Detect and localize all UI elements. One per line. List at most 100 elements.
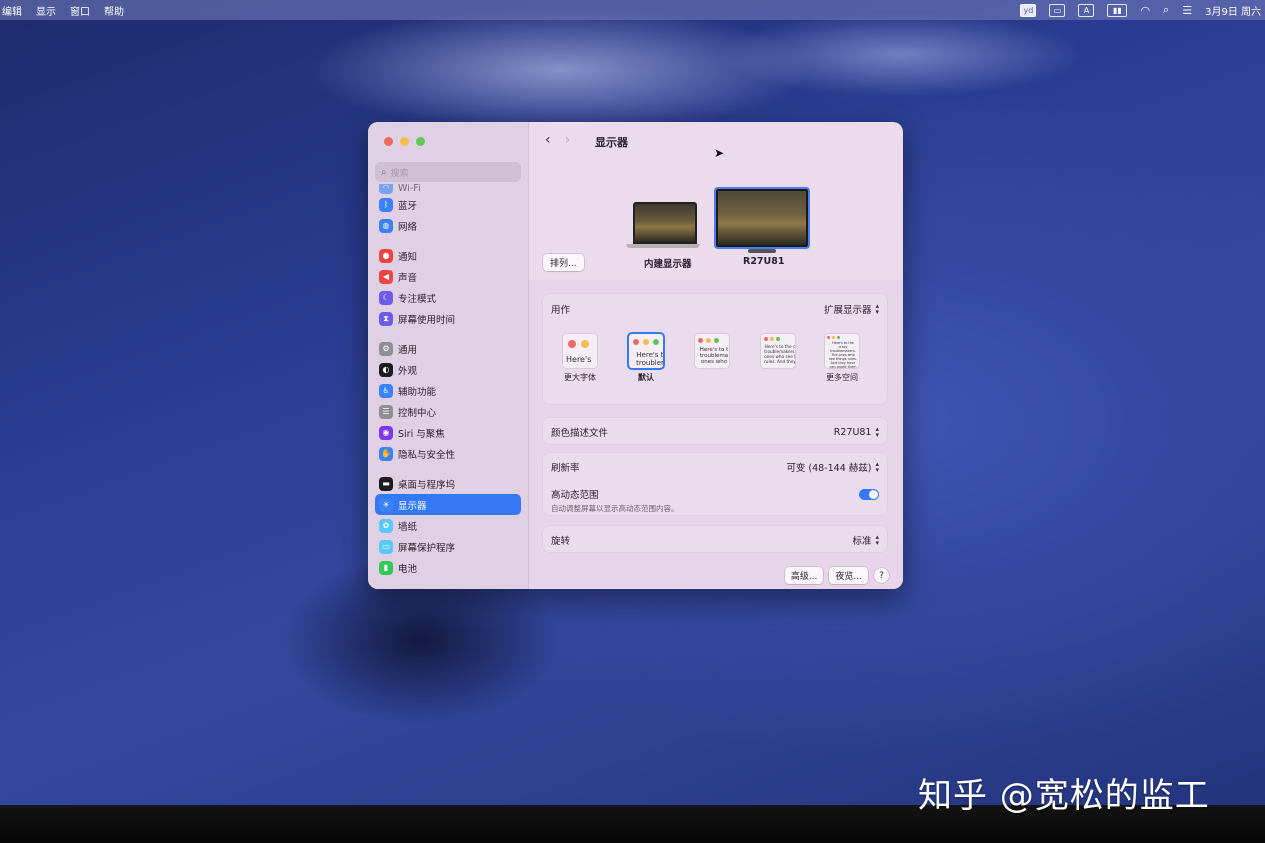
help-button[interactable]: ?: [874, 568, 889, 583]
updown-chevron-icon: ▴ ▾: [875, 460, 879, 474]
sidebar-item[interactable]: ◀ 声音: [375, 266, 521, 287]
builtin-display-label: 内建显示器: [644, 259, 692, 270]
wifi-icon[interactable]: ◠: [1140, 4, 1150, 17]
sidebar-item-label: 网络: [398, 221, 418, 233]
display-arrangement: 排列... 内建显示器 R27U81: [529, 182, 903, 272]
sidebar-item[interactable]: ⧗ 屏幕使用时间: [375, 308, 521, 329]
desktop-dock-icon: ▬: [379, 476, 393, 491]
night-shift-button[interactable]: 夜览...: [829, 567, 868, 584]
sidebar-item-label: 声音: [398, 272, 418, 284]
use-as-row: 用作 扩展显示器 ▴ ▾: [551, 302, 879, 317]
rotation-card: 旋转 标准 ▴ ▾: [543, 526, 887, 552]
spotlight-search-icon[interactable]: ⌕: [1163, 3, 1169, 17]
resolution-thumb: Here's: [563, 334, 597, 368]
notification-bell-icon: ●: [379, 248, 393, 263]
forward-chevron-icon[interactable]: ›: [565, 132, 571, 148]
resolution-sample-text: Here's to troublem: [636, 351, 663, 367]
menu-clock[interactable]: 3月9日 周六: [1205, 3, 1261, 18]
use-as-card: 用作 扩展显示器 ▴ ▾ Here's 更大字体 Here's t troubl…: [543, 294, 887, 420]
sidebar-item-label: Wi-Fi: [398, 184, 421, 194]
sidebar-item[interactable]: ● 通知: [375, 245, 521, 266]
color-profile-value: R27U81: [833, 426, 872, 438]
sidebar-item[interactable]: ◐ 外观: [375, 359, 521, 380]
menu-bar: 编辑 显示 窗口 帮助 yd ▭ A ▮▮ ◠ ⌕ ☰ 3月9日 周六: [0, 0, 1265, 20]
use-as-popup[interactable]: 扩展显示器 ▴ ▾: [824, 302, 879, 317]
updown-chevron-icon: ▴ ▾: [875, 533, 879, 547]
arrange-button[interactable]: 排列...: [543, 254, 584, 271]
focus-moon-icon: ☾: [379, 290, 393, 305]
menu-help[interactable]: 帮助: [104, 3, 124, 18]
sidebar-item-label: 通用: [398, 344, 418, 356]
rotation-popup[interactable]: 标准 ▴ ▾: [852, 533, 879, 548]
battery-status-icon[interactable]: ▮▮: [1107, 3, 1128, 17]
screen-mirroring-icon[interactable]: ▭: [1049, 3, 1066, 17]
color-profile-card: 颜色描述文件 R27U81 ▴ ▾: [543, 418, 887, 444]
bluetooth-icon: ᛒ: [379, 197, 393, 212]
external-display-thumbnail[interactable]: [716, 189, 808, 253]
sidebar-item[interactable]: ▬ 桌面与程序坞: [375, 473, 521, 494]
sidebar-item[interactable]: ◉ Siri 与聚焦: [375, 422, 521, 443]
mouse-pointer-icon: ➤: [714, 146, 725, 160]
sidebar-item[interactable]: ☾ 专注模式: [375, 287, 521, 308]
sidebar-item[interactable]: ✿ 墙纸: [375, 515, 521, 536]
sidebar-item[interactable]: ᛒ 蓝牙: [375, 194, 521, 215]
resolution-default[interactable]: Here's to troublem 默认: [629, 334, 663, 383]
sidebar-item[interactable]: ♿ 辅助功能: [375, 380, 521, 401]
resolution-thumb: Here's to t troublema ones who: [695, 334, 729, 368]
sidebar-item[interactable]: ▭ 屏幕保护程序: [375, 536, 521, 557]
sidebar-item[interactable]: ☰ 控制中心: [375, 401, 521, 422]
updown-chevron-icon: ▴ ▾: [875, 302, 879, 316]
builtin-display-thumbnail[interactable]: [626, 202, 700, 248]
sidebar-item[interactable]: ⚙ 通用: [375, 338, 521, 359]
control-center-icon: ☰: [379, 404, 393, 419]
sidebar-item-label: 桌面与程序坞: [398, 479, 456, 491]
youdao-icon[interactable]: yd: [1020, 3, 1037, 17]
sound-speaker-icon: ◀: [379, 269, 393, 284]
search-icon: ⌕: [381, 166, 387, 178]
color-profile-label: 颜色描述文件: [551, 428, 609, 439]
menu-view[interactable]: 显示: [36, 3, 56, 18]
back-chevron-icon[interactable]: ‹: [545, 132, 551, 148]
color-profile-popup[interactable]: R27U81 ▴ ▾: [833, 425, 879, 439]
refresh-rate-popup[interactable]: 可变 (48-144 赫兹) ▴ ▾: [786, 460, 879, 475]
advanced-button[interactable]: 高级...: [784, 567, 824, 584]
menu-items: 编辑 显示 窗口 帮助: [0, 3, 124, 18]
hdr-toggle[interactable]: [859, 489, 879, 500]
battery-icon: ▮: [379, 560, 393, 575]
sidebar-item-label: 专注模式: [398, 293, 437, 305]
color-profile-row: 颜色描述文件 R27U81 ▴ ▾: [551, 425, 879, 440]
minimize-button[interactable]: [400, 137, 409, 146]
external-display-label: R27U81: [743, 256, 785, 267]
rotation-value: 标准: [852, 536, 872, 547]
resolution-larger-text[interactable]: Here's 更大字体: [563, 334, 597, 383]
bottom-buttons: 高级... 夜览... ?: [784, 567, 889, 584]
hdr-description: 自动调整屏幕以显示高动态范围内容。: [551, 504, 679, 513]
resolution-caption: 更多空间: [826, 373, 858, 382]
sidebar-item-label: 隐私与安全性: [398, 449, 456, 461]
close-button[interactable]: [384, 137, 393, 146]
sidebar-item[interactable]: ◍ 网络: [375, 215, 521, 236]
use-as-label: 用作: [551, 305, 571, 316]
zoom-button[interactable]: [416, 137, 425, 146]
menu-edit[interactable]: 编辑: [2, 3, 22, 18]
sidebar-item-label: Siri 与聚焦: [398, 428, 445, 440]
sidebar-item[interactable]: ▮ 电池: [375, 557, 521, 578]
resolution-sample-text: Here's to the c troublemakers. ones who …: [764, 344, 795, 364]
wallpaper-icon: ✿: [379, 518, 393, 533]
resolution-more[interactable]: Here's to the c troublemakers. ones who …: [761, 334, 795, 372]
updown-chevron-icon: ▴ ▾: [875, 425, 879, 439]
sidebar-item-label: 控制中心: [398, 407, 437, 419]
sidebar-item[interactable]: ☀ 显示器: [375, 494, 521, 515]
menu-window[interactable]: 窗口: [70, 3, 90, 18]
input-source-icon[interactable]: A: [1078, 3, 1095, 17]
sidebar-item-wifi[interactable]: ◠ Wi-Fi: [375, 184, 521, 194]
resolution-medium[interactable]: Here's to t troublema ones who: [695, 334, 729, 372]
hdr-label: 高动态范围: [551, 490, 599, 501]
control-center-menu-icon[interactable]: ☰: [1182, 4, 1192, 17]
sidebar-item[interactable]: ✋ 隐私与安全性: [375, 443, 521, 464]
resolution-more-space[interactable]: Here's to the crazy troublemakers. The o…: [825, 334, 859, 383]
resolution-thumb: Here's to the crazy troublemakers. The o…: [825, 334, 859, 368]
refresh-rate-value: 可变 (48-144 赫兹): [786, 463, 872, 474]
sidebar-item-label: 通知: [398, 251, 418, 263]
search-field[interactable]: ⌕ 搜索: [375, 162, 521, 182]
